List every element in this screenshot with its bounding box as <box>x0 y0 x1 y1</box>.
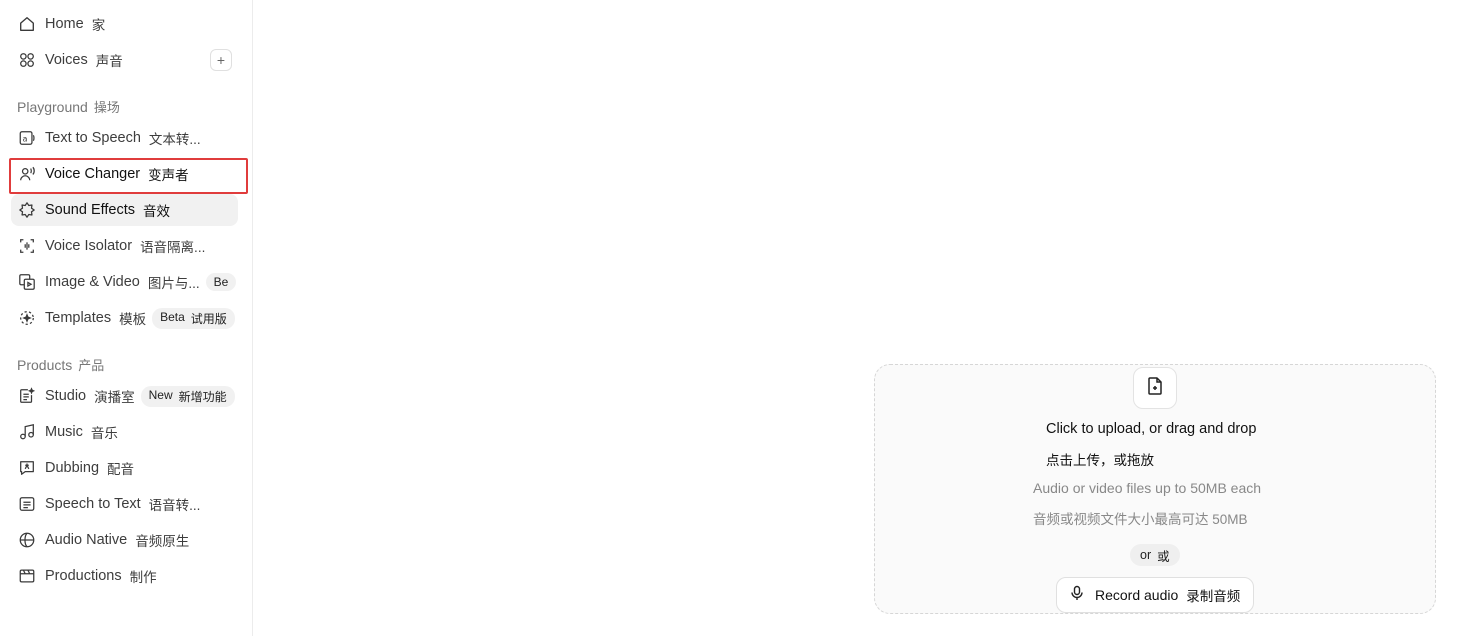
section-title-label-cn: 产品 <box>78 358 105 373</box>
productions-icon <box>17 566 37 586</box>
sidebar-item-label: Studio <box>45 388 87 404</box>
sidebar-item-label-cn: 语音隔离... <box>140 240 206 255</box>
upload-button[interactable] <box>1133 367 1177 409</box>
sidebar-item-audio-native[interactable]: Audio Native 音频原生 <box>11 524 238 556</box>
badge-label-cn: 新增功能 <box>178 389 227 404</box>
badge-label: Be <box>213 275 229 289</box>
record-audio-button[interactable]: Record audio 录制音频 <box>1056 577 1254 613</box>
audio-native-icon <box>17 530 37 550</box>
sidebar-item-speech-to-text[interactable]: Speech to Text 语音转... <box>11 488 238 520</box>
badge-label-cn: 试用版 <box>190 311 227 326</box>
sidebar-item-text-to-speech[interactable]: a Text to Speech 文本转... <box>11 122 238 154</box>
sidebar-item-label: Audio Native <box>45 532 128 548</box>
sidebar-item-dubbing[interactable]: Dubbing 配音 <box>11 452 238 484</box>
sidebar-item-label-cn: 语音转... <box>148 498 201 513</box>
voices-grid-icon <box>17 50 37 70</box>
text-to-speech-icon: a <box>17 128 37 148</box>
sound-effects-icon <box>17 200 37 220</box>
sidebar-item-label-cn: 模板 <box>119 312 147 327</box>
sidebar-item-studio[interactable]: Studio 演播室 New 新增功能 <box>11 380 238 412</box>
record-audio-label-cn: 录制音频 <box>1186 589 1241 604</box>
section-title-label: Playground <box>17 99 88 115</box>
sidebar-item-label: Image & Video <box>45 274 140 290</box>
sidebar-item-sound-effects[interactable]: Sound Effects 音效 <box>11 194 238 226</box>
sidebar-item-label: Productions <box>45 568 122 584</box>
sidebar-item-label-cn: 演播室 <box>94 390 135 405</box>
studio-icon <box>17 386 37 406</box>
sidebar-item-label: Home <box>45 16 84 32</box>
sidebar-item-productions[interactable]: Productions 制作 <box>11 560 238 592</box>
sidebar-item-label-cn: 家 <box>91 18 106 33</box>
sidebar-item-label-cn: 音频原生 <box>135 534 190 549</box>
sidebar-item-label-cn: 文本转... <box>148 132 201 147</box>
sidebar-item-label: Dubbing <box>45 460 100 476</box>
sidebar-item-label-cn: 配音 <box>107 462 135 477</box>
sidebar-item-label: Templates <box>45 310 112 326</box>
sidebar-item-label: Voices <box>45 52 88 68</box>
sidebar-item-label-cn: 图片与... <box>147 276 200 291</box>
templates-icon <box>17 308 37 328</box>
upload-subtitle: Audio or video files up to 50MB each <box>1033 480 1262 496</box>
beta-badge: Be <box>205 273 237 291</box>
svg-text:a: a <box>23 134 28 144</box>
sidebar-item-label-cn: 声音 <box>95 54 123 69</box>
sidebar-item-label: Music <box>45 424 83 440</box>
highlight-box <box>9 158 248 194</box>
or-divider: or 或 <box>1130 544 1180 566</box>
sidebar-item-templates[interactable]: Templates 模板 Beta 试用版 <box>11 302 238 334</box>
sidebar-item-image-video[interactable]: Image & Video 图片与... Be <box>11 266 238 298</box>
file-upload-icon <box>1145 376 1165 401</box>
record-audio-label: Record audio <box>1095 587 1179 603</box>
speech-to-text-icon <box>17 494 37 514</box>
sidebar-item-voices[interactable]: Voices 声音 <box>11 44 238 76</box>
upload-title-cn: 点击上传，或拖放 <box>1046 453 1154 468</box>
or-label: or <box>1140 548 1152 562</box>
sidebar-item-label: Sound Effects <box>45 202 136 218</box>
upload-drop-zone[interactable]: Click to upload, or drag and drop 点击上传，或… <box>874 364 1436 614</box>
new-badge: New 新增功能 <box>140 385 235 407</box>
sidebar-item-label: Voice Isolator <box>45 238 133 254</box>
section-title-products: Products 产品 <box>17 355 104 374</box>
image-video-icon <box>17 272 37 292</box>
section-title-label: Products <box>17 357 73 373</box>
music-icon <box>17 422 37 442</box>
or-label-cn: 或 <box>1157 549 1170 564</box>
upload-title: Click to upload, or drag and drop <box>1046 421 1257 437</box>
beta-badge: Beta 试用版 <box>152 307 235 329</box>
section-title-label-cn: 操场 <box>93 100 120 115</box>
home-icon <box>17 14 37 34</box>
add-voice-button[interactable]: + <box>210 49 232 71</box>
microphone-icon <box>1069 585 1085 606</box>
voice-isolator-icon <box>17 236 37 256</box>
sidebar-item-label: Text to Speech <box>45 130 141 146</box>
section-title-playground: Playground 操场 <box>17 97 120 116</box>
sidebar-item-voice-isolator[interactable]: Voice Isolator 语音隔离... <box>11 230 238 262</box>
sidebar-item-label: Speech to Text <box>45 496 141 512</box>
sidebar: Home 家 Voices 声音 + Playground 操场 a Text t… <box>0 0 253 636</box>
sidebar-item-music[interactable]: Music 音乐 <box>11 416 238 448</box>
upload-subtitle-cn: 音频或视频文件大小最高可达 50MB <box>1033 512 1248 527</box>
badge-label: New <box>148 387 173 402</box>
badge-label: Beta <box>160 309 185 324</box>
sidebar-item-label-cn: 制作 <box>129 570 157 585</box>
sidebar-item-home[interactable]: Home 家 <box>11 8 238 40</box>
sidebar-item-label-cn: 音乐 <box>90 426 118 441</box>
sidebar-item-label-cn: 音效 <box>143 204 171 219</box>
dubbing-icon <box>17 458 37 478</box>
